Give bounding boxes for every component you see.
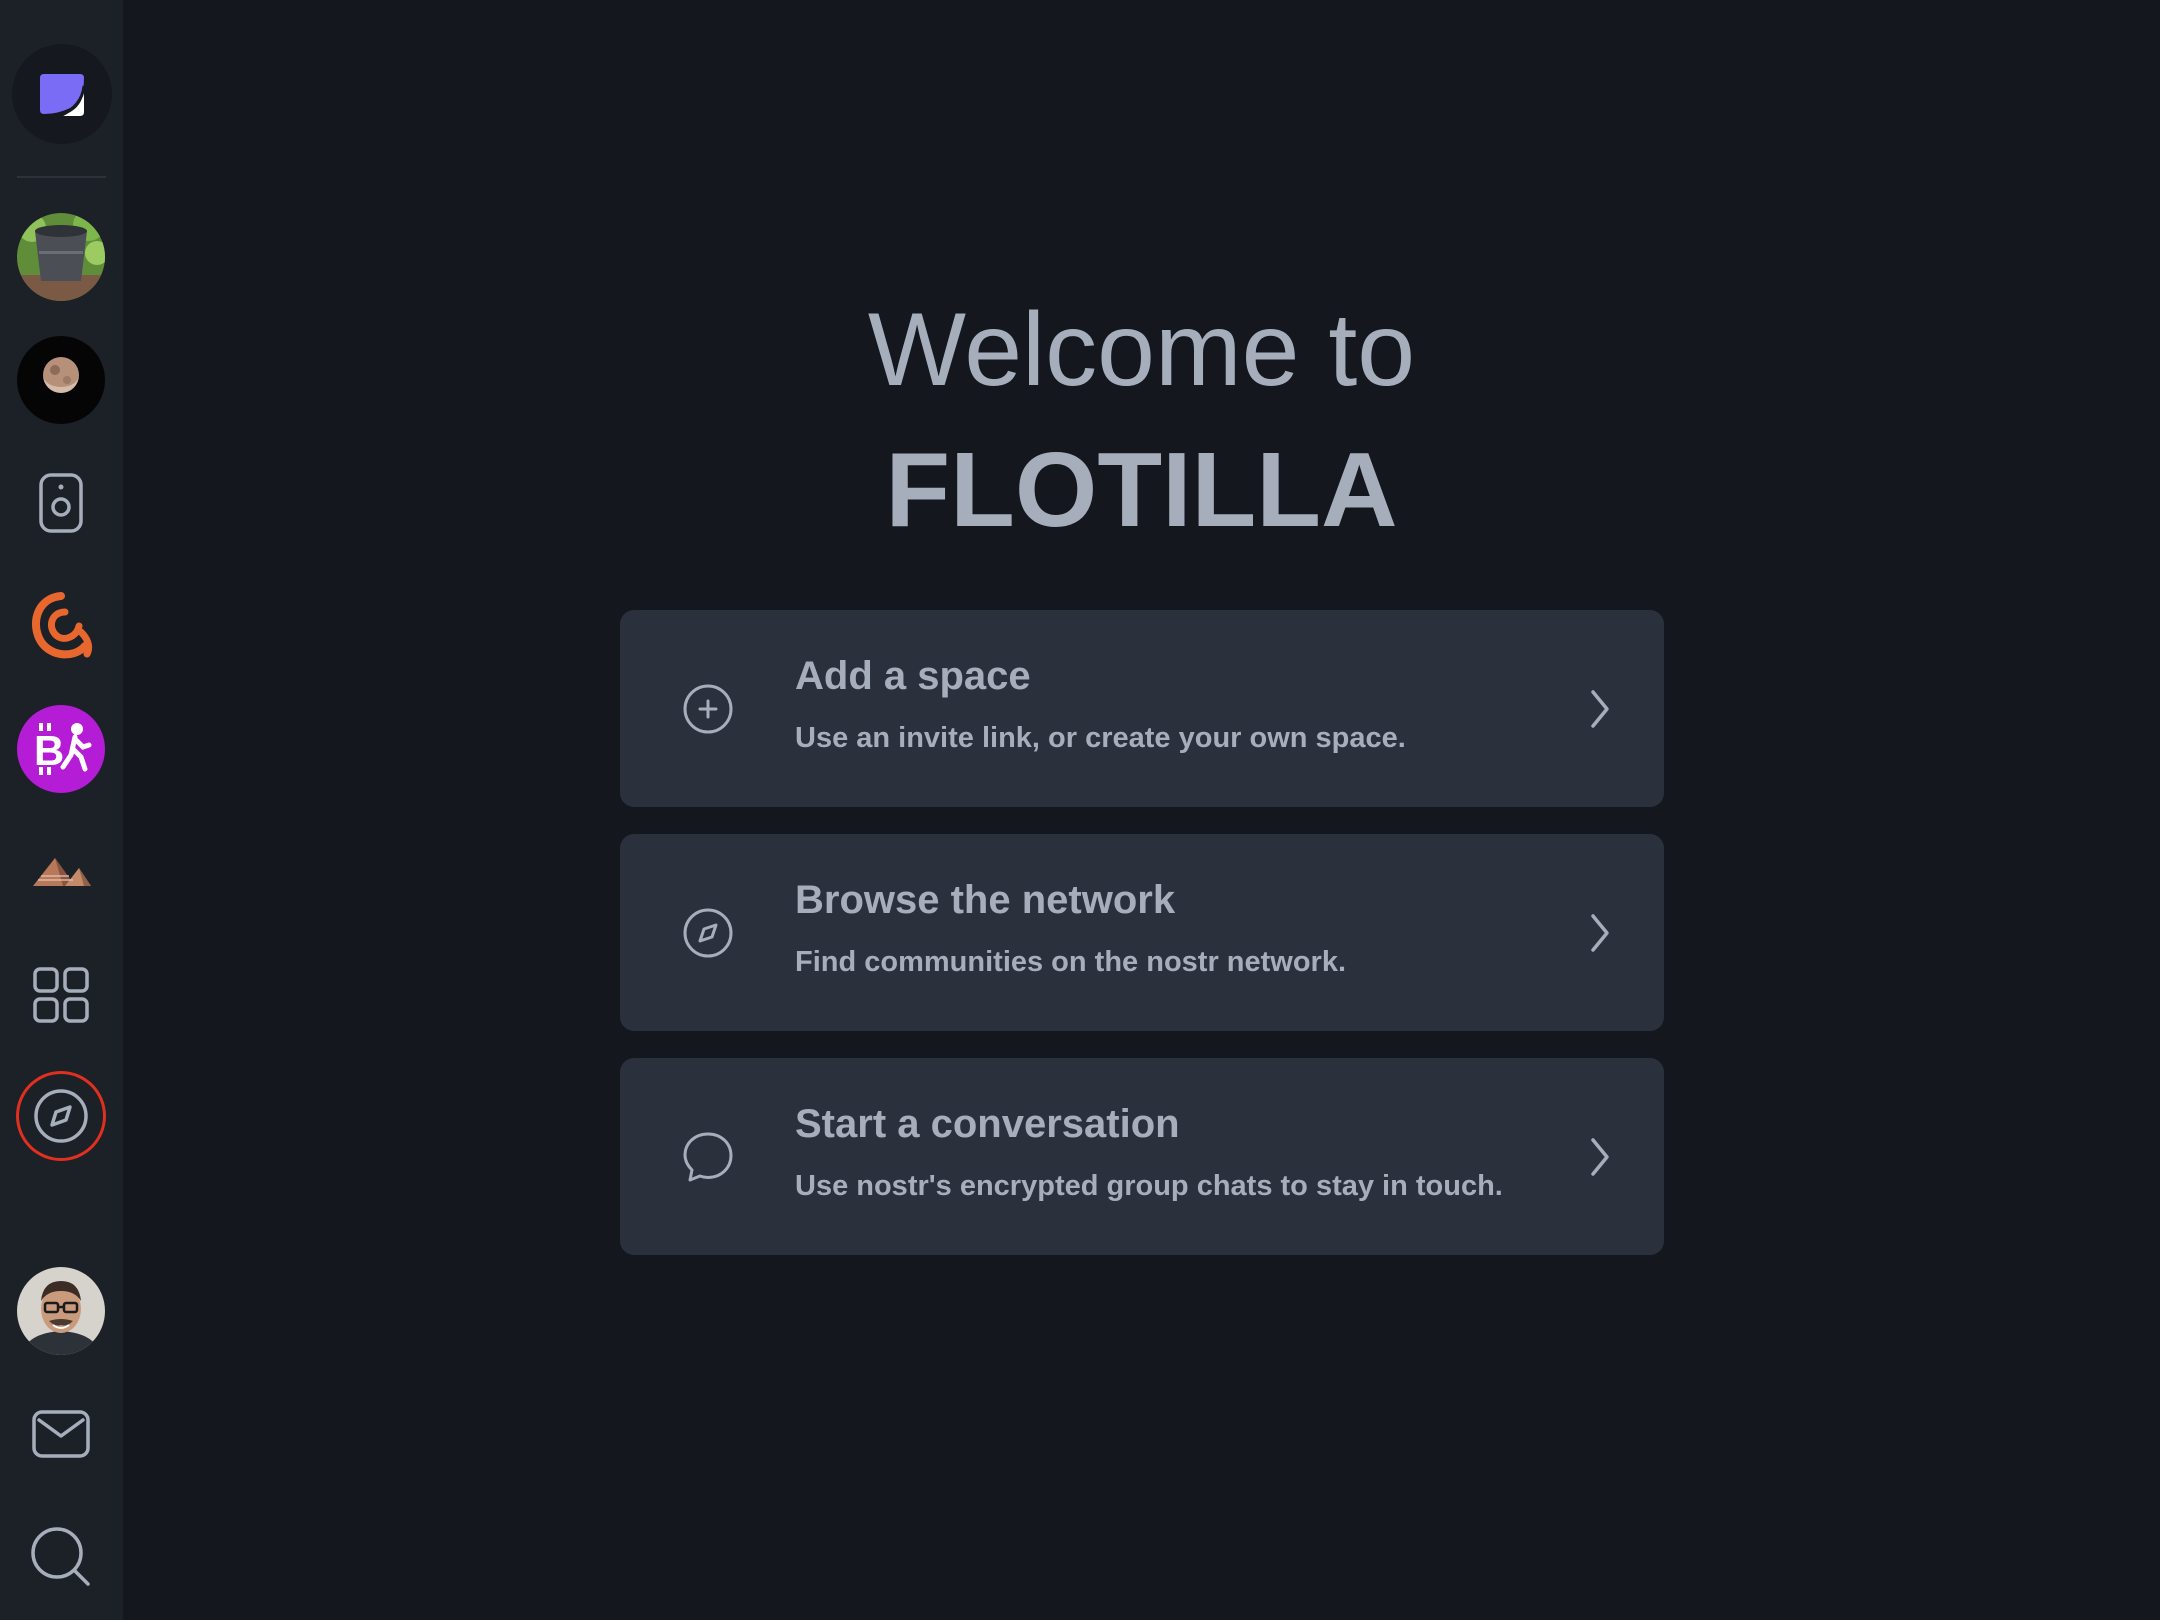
flotilla-logo-icon bbox=[40, 74, 86, 118]
app-logo[interactable] bbox=[12, 44, 112, 144]
sidebar-item-bucket-space[interactable] bbox=[17, 213, 105, 301]
bucket-space-avatar bbox=[17, 213, 105, 301]
sidebar-item-pyramids-space[interactable] bbox=[17, 828, 105, 916]
sidebar-item-search[interactable] bbox=[17, 1513, 105, 1601]
sidebar-item-discover[interactable] bbox=[19, 1074, 103, 1158]
card-title: Start a conversation bbox=[795, 1102, 1180, 1146]
chevron-right-icon bbox=[1591, 914, 1609, 952]
pyramids-avatar bbox=[33, 858, 91, 886]
card-title: Browse the network bbox=[795, 878, 1176, 922]
app-root: B Welcome to FLOTILLA Add a space Use an… bbox=[0, 0, 2160, 1620]
main-content: Welcome to FLOTILLA Add a space Use an i… bbox=[123, 0, 2160, 1620]
add-space-card[interactable]: Add a space Use an invite link, or creat… bbox=[620, 610, 1664, 807]
sidebar-item-bitcoin-walk-space[interactable]: B bbox=[17, 705, 105, 793]
svg-text:B: B bbox=[34, 727, 64, 774]
sidebar-item-orange-space[interactable] bbox=[17, 582, 105, 670]
sidebar-item-all-spaces[interactable] bbox=[17, 951, 105, 1039]
profile-avatar bbox=[17, 1267, 105, 1355]
sidebar-item-messages[interactable] bbox=[17, 1390, 105, 1478]
orange-swirl-logo bbox=[32, 592, 93, 659]
chevron-right-icon bbox=[1591, 690, 1609, 728]
app-name-heading: FLOTILLA bbox=[885, 431, 1398, 549]
sidebar-item-profile[interactable] bbox=[17, 1267, 105, 1355]
sidebar-item-moon-space[interactable] bbox=[17, 336, 105, 424]
sidebar-divider bbox=[17, 176, 106, 178]
sidebar: B bbox=[0, 0, 123, 1620]
chat-bubble-icon bbox=[683, 1132, 733, 1182]
welcome-heading: Welcome to bbox=[867, 292, 1416, 408]
grid-icon bbox=[33, 967, 89, 1023]
sidebar-item-speaker-space[interactable] bbox=[17, 459, 105, 547]
mail-icon bbox=[32, 1410, 90, 1458]
card-description: Use an invite link, or create your own s… bbox=[795, 722, 1406, 754]
compass-icon bbox=[34, 1089, 88, 1143]
card-description: Use nostr's encrypted group chats to sta… bbox=[795, 1170, 1503, 1202]
plus-circle-icon bbox=[683, 684, 733, 734]
chevron-right-icon bbox=[1591, 1138, 1609, 1176]
start-conversation-card[interactable]: Start a conversation Use nostr's encrypt… bbox=[620, 1058, 1664, 1255]
card-title: Add a space bbox=[795, 654, 1031, 698]
compass-icon bbox=[683, 908, 733, 958]
browse-network-card[interactable]: Browse the network Find communities on t… bbox=[620, 834, 1664, 1031]
card-description: Find communities on the nostr network. bbox=[795, 946, 1347, 978]
search-icon bbox=[31, 1527, 90, 1586]
speaker-icon bbox=[39, 473, 83, 533]
moon-space-avatar bbox=[17, 336, 105, 424]
bitcoin-walk-avatar: B bbox=[17, 705, 105, 793]
